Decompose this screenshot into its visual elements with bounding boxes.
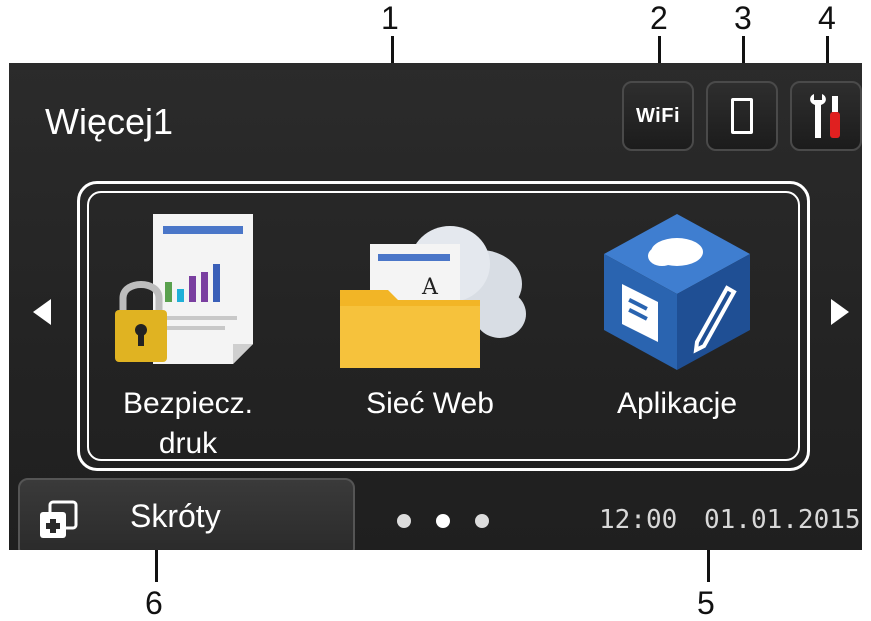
wrench-screwdriver-icon [810, 94, 840, 138]
app-web-label: Sieć Web [366, 387, 494, 420]
arrow-right-icon [831, 299, 849, 325]
callout-3: 3 [734, 0, 752, 36]
shortcuts-button[interactable]: Skróty [18, 478, 355, 550]
app-web[interactable]: A Sieć Web [330, 204, 530, 424]
clock-date: 01.01.2015 [704, 505, 861, 535]
next-page-arrow[interactable] [827, 297, 851, 327]
touchscreen: Więcej1 WiFi Bezpiecz. druk A Sieć Web A… [9, 63, 862, 550]
app-applications-label: Aplikacje [616, 387, 738, 420]
page-indicator-dot-active [436, 514, 450, 528]
app-secure-print[interactable]: Bezpiecz. druk [88, 204, 288, 464]
callout-5: 5 [697, 585, 715, 621]
wifi-label: WiFi [635, 104, 681, 127]
callout-1: 1 [381, 0, 399, 36]
apps-area: Bezpiecz. druk A Sieć Web Aplikacje [77, 181, 810, 471]
previous-page-arrow[interactable] [31, 297, 55, 327]
arrow-left-icon [33, 299, 51, 325]
screen-title: Więcej1 [45, 101, 174, 142]
settings-button[interactable] [790, 81, 862, 151]
clock-time: 12:00 [599, 505, 678, 535]
app-applications[interactable]: Aplikacje [577, 204, 777, 424]
secure-print-icon [115, 214, 253, 364]
shortcuts-icon [40, 500, 78, 538]
toner-button[interactable] [706, 81, 778, 151]
app-secure-print-label: Bezpiecz. druk [122, 387, 254, 460]
shortcuts-label: Skróty [130, 498, 221, 534]
toner-icon [731, 98, 753, 134]
callout-2: 2 [650, 0, 668, 36]
callout-6: 6 [145, 585, 163, 621]
page-indicator-dot [397, 514, 411, 528]
wifi-button[interactable]: WiFi [622, 81, 694, 151]
web-folder-cloud-icon: A [340, 226, 526, 368]
svg-text:A: A [421, 275, 439, 300]
apps-cube-icon [604, 214, 750, 370]
page-indicator-dot [475, 514, 489, 528]
callout-4: 4 [818, 0, 836, 36]
